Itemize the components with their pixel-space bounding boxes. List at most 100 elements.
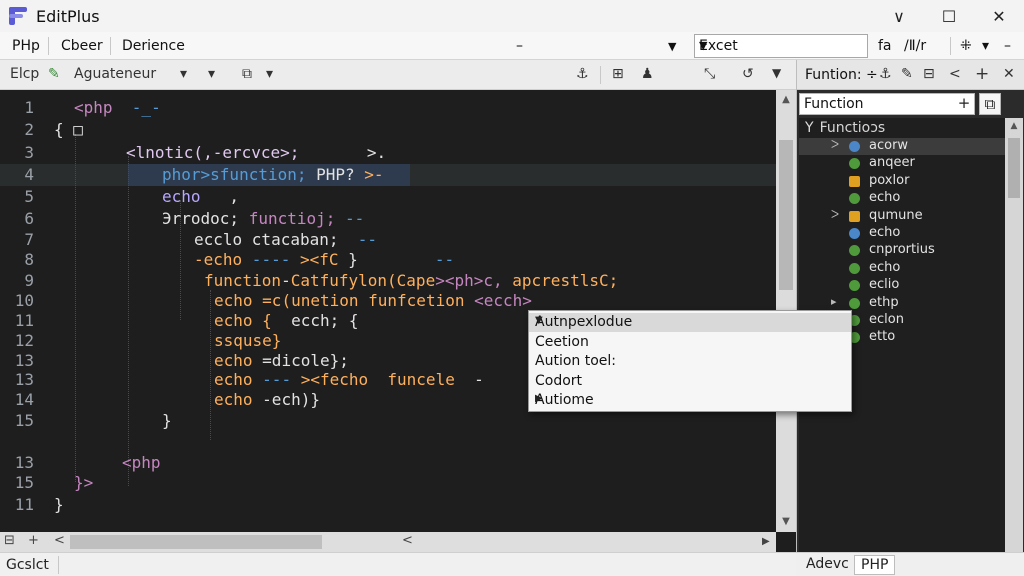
tree-item[interactable]: echo <box>799 225 1005 242</box>
code-token: -echo <box>194 250 243 269</box>
scroll-right-icon[interactable]: ▶ <box>762 536 770 547</box>
h-scroll-thumb[interactable] <box>70 535 322 549</box>
expand-icon[interactable]: ᐳ <box>831 208 839 221</box>
scroll-up-icon[interactable]: ▲ <box>1005 121 1023 131</box>
refresh-icon[interactable]: ↺ <box>742 66 754 82</box>
tree-item[interactable]: ᐳ acorw <box>799 138 1005 155</box>
function-icon <box>849 158 860 170</box>
anchor-icon[interactable]: ⚓ <box>879 66 892 82</box>
scroll-left-icon-2[interactable]: < <box>402 533 413 548</box>
menu-dash: – <box>516 38 523 54</box>
popup-item[interactable]: Autiome ▶ <box>529 391 851 410</box>
panel-header: Funtion: ÷ ⚓ ✎ ⊟ < + ✕ <box>797 60 1024 90</box>
tree-item[interactable]: anqeer <box>799 155 1005 172</box>
code-token: echo <box>214 390 263 409</box>
expand-icon[interactable]: ▸ <box>831 295 837 308</box>
tab-php[interactable]: PHP <box>854 555 896 575</box>
line-number: 3 <box>24 143 34 162</box>
line-number: 11 <box>14 495 34 514</box>
indent-guide <box>75 134 76 482</box>
expand-icon[interactable]: ⤡ <box>704 66 715 82</box>
code-token: echo <box>214 370 263 389</box>
code-token: ><ph>c, <box>435 271 503 290</box>
tree-item-label: poxlor <box>869 172 910 188</box>
minimize-button[interactable]: ∨ <box>874 0 924 32</box>
code-line: echo =dicole}; <box>214 351 349 370</box>
document-label[interactable]: Aguateneur <box>74 66 156 82</box>
function-icon <box>849 297 860 309</box>
close-button[interactable]: ✕ <box>974 0 1024 32</box>
add-icon[interactable]: + <box>975 64 989 84</box>
more-icon[interactable]: – <box>1004 38 1011 54</box>
code-line: } <box>54 495 64 514</box>
doc-dropdown-icon[interactable]: ▾ <box>180 66 187 82</box>
options-icon[interactable]: ⧉ <box>979 93 1001 115</box>
status-separator <box>58 556 59 574</box>
code-line: echo { ecch; { <box>214 311 359 330</box>
close-icon[interactable]: ✕ <box>1003 66 1015 82</box>
format-icon[interactable]: fa <box>878 38 892 54</box>
layout-icon[interactable]: ⊞ <box>612 66 624 82</box>
tab-label[interactable]: Elcp <box>10 66 39 82</box>
popup-item[interactable]: Codort <box>529 372 851 391</box>
tree-item[interactable]: eclio <box>799 277 1005 294</box>
popup-item[interactable]: Aution toel: <box>529 352 851 371</box>
tool-bar: Elcp ✎ Aguateneur ▾ ▾ ⧉ ▾ ⚓ ⊞ ♟ ⤡ ↺ ▼ <box>0 60 796 147</box>
tree-item[interactable]: echo <box>799 260 1005 277</box>
chevron-left-icon[interactable]: < <box>949 66 961 82</box>
filter-icon[interactable]: ▼ <box>772 66 781 80</box>
tree-scrollbar[interactable]: ▲ <box>1005 118 1023 552</box>
line-number: 14 <box>14 390 34 409</box>
tree-scroll-thumb[interactable] <box>1008 138 1020 198</box>
menu-php[interactable]: PHp <box>12 38 40 54</box>
tree-item[interactable]: echo <box>799 190 1005 207</box>
line-number: 6 <box>24 209 34 228</box>
scroll-down-icon[interactable]: ▼ <box>776 516 796 527</box>
tab-adevc[interactable]: Adevc <box>800 555 855 575</box>
autocomplete-popup[interactable]: Autnpexlodue ▼ Ceetion Aution toel: Codort Au… <box>528 310 852 412</box>
tree-item[interactable]: cnprortius <box>799 242 1005 259</box>
grid-dropdown-icon[interactable]: ▾ <box>982 38 989 54</box>
add-icon[interactable]: + <box>28 533 39 548</box>
scroll-left-icon[interactable]: < <box>54 533 65 548</box>
menu-cbeer[interactable]: Cbeer <box>61 38 103 54</box>
window-icon[interactable]: ⧉ <box>242 66 252 82</box>
collapse-icon[interactable]: ⊟ <box>923 66 935 82</box>
line-number: 4 <box>24 165 34 184</box>
tree-item[interactable]: ᐳ qumune <box>799 208 1005 225</box>
encoding-select[interactable]: Excet ▼ <box>694 34 868 58</box>
function-icon <box>849 193 860 205</box>
scroll-up-icon[interactable]: ▲ <box>776 94 796 105</box>
menu-derience[interactable]: Derience <box>122 38 185 54</box>
anchor-icon[interactable]: ⚓ <box>576 66 589 82</box>
grid-icon[interactable]: ⁜ <box>960 38 972 54</box>
code-token: ecclo <box>194 230 252 249</box>
tree-item[interactable]: poxlor <box>799 173 1005 190</box>
editor-horizontal-scrollbar[interactable]: ⊟ + < < ▶ <box>0 532 776 552</box>
split-icon[interactable]: ⊟ <box>4 533 15 548</box>
function-search-input[interactable]: Function <box>799 93 975 115</box>
code-line: echo , <box>162 187 239 206</box>
expand-icon[interactable]: ᐳ <box>831 138 839 151</box>
line-number: 7 <box>24 230 34 249</box>
menu-dropdown-icon[interactable]: ▼ <box>668 40 676 53</box>
maximize-button[interactable]: ☐ <box>924 0 974 32</box>
window-dropdown-icon[interactable]: ▾ <box>266 66 273 82</box>
code-line: -echo ---- ><fC } -- <box>194 250 454 269</box>
scroll-thumb[interactable] <box>779 140 793 290</box>
tree-root[interactable]: Y Functioᴐs <box>805 120 885 136</box>
popup-item[interactable]: Ceetion <box>529 333 851 352</box>
pin-icon[interactable]: ♟ <box>641 66 654 82</box>
code-token: <php <box>74 98 113 117</box>
edit-icon[interactable]: ✎ <box>901 66 913 82</box>
app-title: EditPlus <box>36 6 100 26</box>
code-token: functioj; <box>248 209 336 228</box>
doc-dropdown-icon-2[interactable]: ▾ <box>208 66 215 82</box>
tree-item-label: qumune <box>869 207 923 223</box>
italic-tools-icon[interactable]: /Ⅱ/r <box>904 38 926 54</box>
popup-item[interactable]: Autnpexlodue ▼ <box>529 313 851 332</box>
line-number: 8 <box>24 250 34 269</box>
add-function-icon[interactable]: + <box>953 93 975 115</box>
panel-title[interactable]: Funtion: ÷ <box>805 67 878 83</box>
code-token: { <box>339 311 359 330</box>
